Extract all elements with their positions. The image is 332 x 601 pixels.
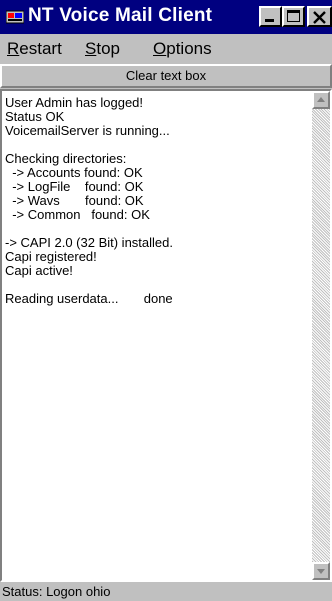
arrow-up-icon (317, 97, 325, 102)
scroll-up-button[interactable] (312, 91, 330, 109)
log-content: User Admin has logged! Status OK Voicemail… (5, 96, 308, 306)
menu-bar: Restart Stop Options (0, 36, 332, 62)
close-icon (313, 11, 326, 24)
log-line: -> LogFile found: OK (5, 179, 144, 194)
scroll-down-button[interactable] (312, 562, 330, 580)
clear-text-box-button[interactable]: Clear text box (0, 64, 332, 88)
maximize-button[interactable] (282, 6, 305, 27)
log-line: -> Wavs found: OK (5, 193, 144, 208)
menu-options[interactable]: Options (153, 39, 212, 59)
title-bar[interactable]: NT Voice Mail Client (0, 0, 332, 34)
maximize-icon (287, 10, 300, 22)
log-line: Reading userdata... done (5, 291, 173, 306)
log-line: User Admin has logged! (5, 95, 144, 110)
menu-restart[interactable]: Restart (7, 39, 62, 59)
menu-restart-mnemonic: R (7, 39, 20, 58)
minimize-icon (265, 19, 274, 22)
status-bar: Status: Logon ohio (0, 583, 332, 601)
voice-mail-client-window: NT Voice Mail Client Restart Stop Option… (0, 0, 332, 601)
log-line: -> Accounts found: OK (5, 165, 143, 180)
menu-stop-label: top (96, 39, 120, 58)
menu-stop[interactable]: Stop (85, 39, 120, 59)
menu-restart-label: estart (19, 39, 62, 58)
vertical-scrollbar[interactable] (312, 91, 330, 580)
arrow-down-icon (317, 569, 325, 574)
log-line: Checking directories: (5, 151, 127, 166)
log-line: VoicemailServer is running... (5, 123, 170, 138)
voicemail-app-icon (6, 10, 24, 24)
menu-options-label: ptions (166, 39, 212, 58)
log-line: Status OK (5, 109, 65, 124)
log-line: Capi active! (5, 263, 73, 278)
close-button[interactable] (307, 6, 332, 27)
log-line: -> Common found: OK (5, 207, 150, 222)
window-title: NT Voice Mail Client (28, 5, 213, 26)
minimize-button[interactable] (259, 6, 282, 27)
log-text-area[interactable]: User Admin has logged! Status OK Voicemail… (0, 89, 332, 582)
log-line: Capi registered! (5, 249, 97, 264)
log-line: -> CAPI 2.0 (32 Bit) installed. (5, 235, 173, 250)
menu-stop-mnemonic: S (85, 39, 97, 58)
menu-options-mnemonic: O (153, 39, 167, 58)
